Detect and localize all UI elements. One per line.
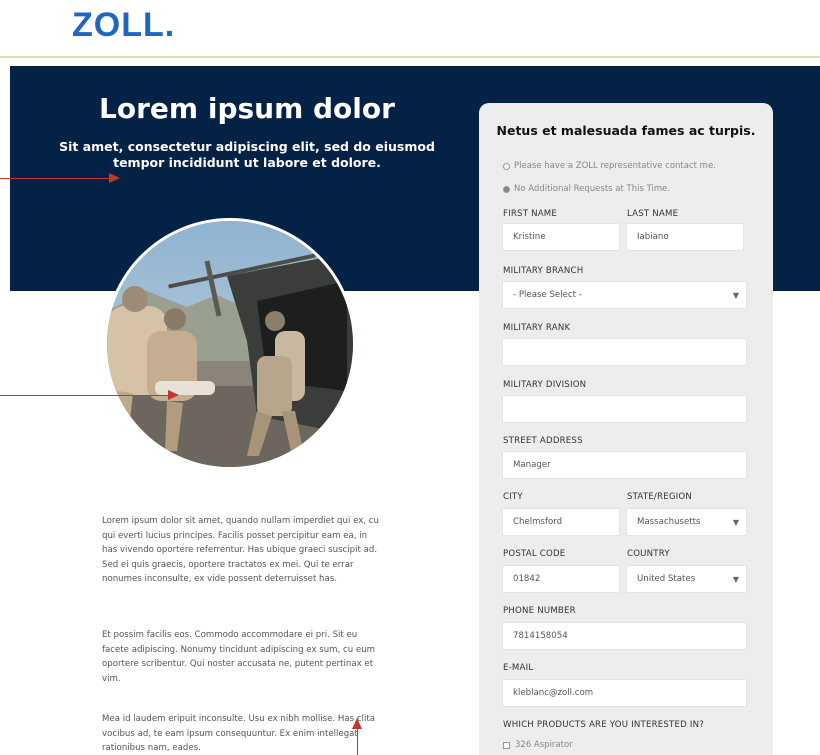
city-value: Chelmsford [513, 517, 563, 527]
checkbox-icon[interactable] [503, 741, 510, 749]
option-label: Please have a ZOLL representative contac… [514, 161, 716, 171]
body-paragraph-2: Et possim facilis eos. Commodo accommoda… [102, 630, 376, 684]
last-name-value: Iabiano [637, 232, 669, 242]
chevron-down-icon: ▼ [732, 291, 739, 300]
last-name-label: LAST NAME [627, 209, 679, 219]
branch-select[interactable]: - Please Select - ▼ [502, 281, 747, 309]
photo-illustration [107, 221, 353, 467]
annotation-arrow-text [352, 718, 362, 755]
option-no-requests[interactable]: No Additional Requests at This Time. [503, 184, 670, 194]
phone-value: 7814158054 [513, 631, 568, 641]
radio-icon[interactable] [503, 162, 510, 170]
division-label: MILITARY DIVISION [503, 380, 587, 390]
product-option-aspirator[interactable]: 326 Aspirator [503, 740, 573, 750]
email-value: kleblanc@zoll.com [513, 688, 594, 698]
street-label: STREET ADDRESS [503, 436, 583, 446]
soldiers-photo [104, 218, 356, 470]
city-label: CITY [503, 492, 523, 502]
body-paragraph-1: Lorem ipsum dolor sit amet, quando nulla… [102, 516, 379, 585]
state-value: Massachusetts [637, 517, 701, 527]
products-label: WHICH PRODUCTS ARE YOU INTERESTED IN? [503, 720, 704, 730]
postal-label: POSTAL CODE [503, 549, 566, 559]
form-title: Netus et malesuada fames ac turpis. [496, 123, 756, 138]
state-select[interactable]: Massachusetts ▼ [626, 508, 747, 536]
zoll-logo[interactable]: ZOLL. [72, 6, 175, 45]
country-select[interactable]: United States ▼ [626, 565, 747, 593]
body-paragraph-3: Mea id laudem eripuit inconsulte. Usu ex… [102, 714, 375, 754]
email-label: E-MAIL [503, 663, 534, 673]
country-label: COUNTRY [627, 549, 670, 559]
rank-label: MILITARY RANK [503, 323, 571, 333]
contact-form: Netus et malesuada fames ac turpis. Plea… [479, 103, 773, 755]
street-value: Manager [513, 460, 551, 470]
chevron-down-icon: ▼ [732, 518, 739, 527]
division-field[interactable] [502, 395, 747, 423]
phone-field[interactable]: 7814158054 [502, 622, 747, 650]
phone-label: PHONE NUMBER [503, 606, 576, 616]
street-field[interactable]: Manager [502, 451, 747, 479]
first-name-label: FIRST NAME [503, 209, 558, 219]
state-label: STATE/REGION [627, 492, 693, 502]
radio-selected-icon[interactable] [503, 185, 510, 193]
option-label: No Additional Requests at This Time. [514, 184, 671, 194]
email-field[interactable]: kleblanc@zoll.com [502, 679, 747, 707]
country-value: United States [637, 574, 696, 584]
postal-value: 01842 [513, 574, 541, 584]
annotation-arrow-photo [0, 390, 179, 400]
option-contact-me[interactable]: Please have a ZOLL representative contac… [503, 161, 716, 171]
hero-title: Lorem ipsum dolor [99, 92, 395, 125]
product-label: 326 Aspirator [515, 740, 573, 750]
hero-subtitle: Sit amet, consectetur adipiscing elit, s… [59, 139, 435, 170]
last-name-field[interactable]: Iabiano [626, 223, 744, 251]
header-divider [0, 56, 820, 58]
chevron-down-icon: ▼ [732, 575, 739, 584]
rank-field[interactable] [502, 338, 747, 366]
first-name-field[interactable]: Kristine [502, 223, 620, 251]
branch-value: - Please Select - [513, 290, 582, 300]
postal-field[interactable]: 01842 [502, 565, 620, 593]
annotation-arrow-subtitle [0, 173, 120, 183]
first-name-value: Kristine [513, 232, 546, 242]
branch-label: MILITARY BRANCH [503, 266, 584, 276]
city-field[interactable]: Chelmsford [502, 508, 620, 536]
